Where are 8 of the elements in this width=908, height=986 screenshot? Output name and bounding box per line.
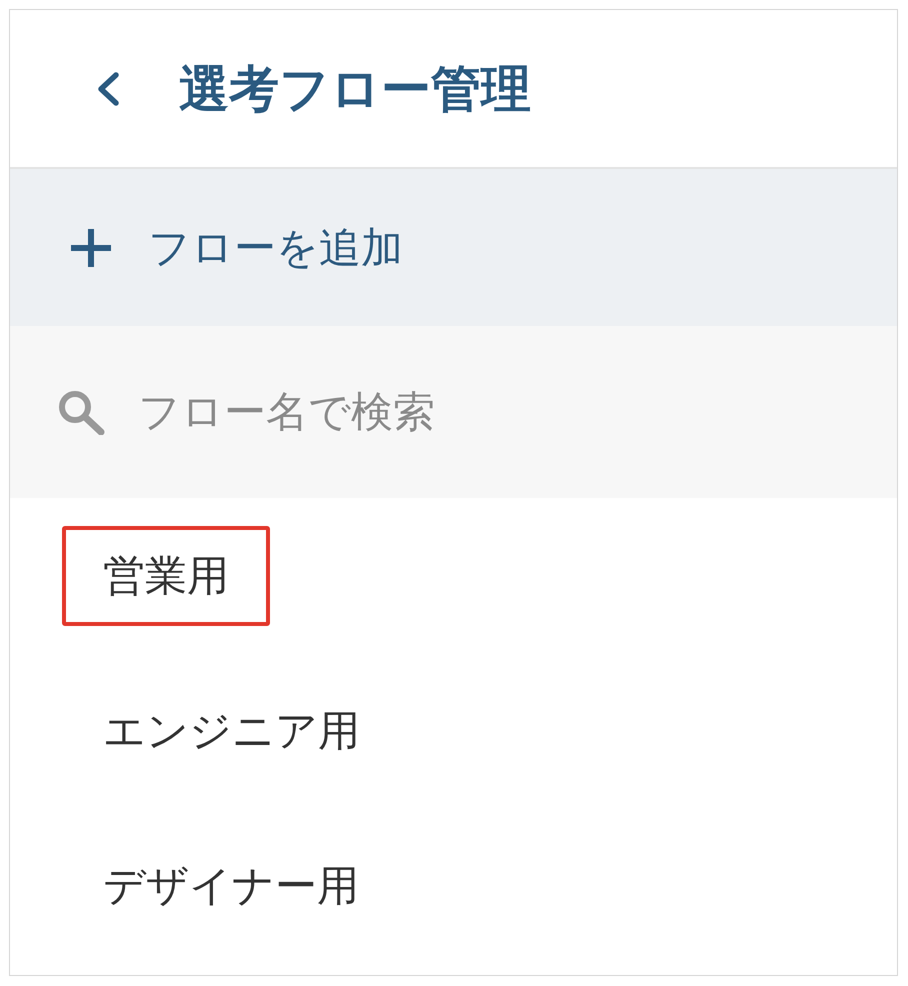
flow-list-item[interactable]: 営業用	[62, 526, 270, 626]
add-flow-button[interactable]: フローを追加	[10, 169, 897, 326]
flow-list-item[interactable]: エンジニア用	[62, 680, 401, 780]
page-title: 選考フロー管理	[179, 64, 531, 114]
flow-list-item[interactable]: デザイナー用	[62, 836, 400, 936]
search-icon	[57, 389, 105, 435]
search-field[interactable]: フロー名で検索	[10, 326, 897, 498]
plus-icon	[70, 228, 112, 268]
